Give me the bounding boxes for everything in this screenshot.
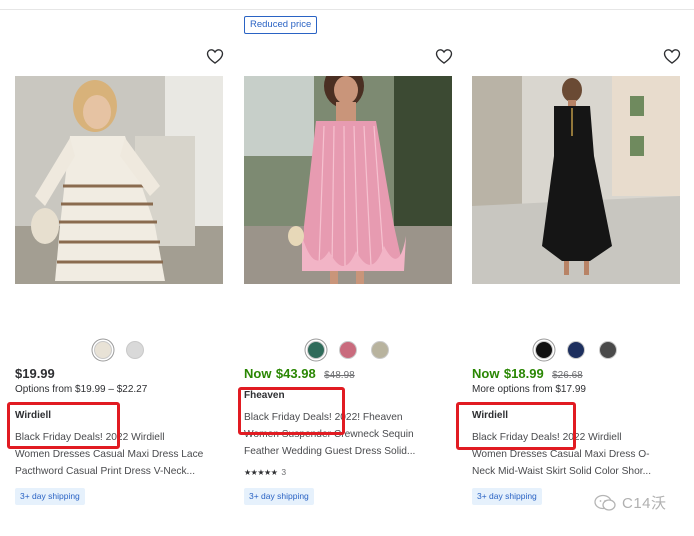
color-swatches xyxy=(472,341,680,359)
shipping-badge: 3+ day shipping xyxy=(472,488,542,505)
current-price: $19.99 xyxy=(15,366,55,381)
was-price: $48.98 xyxy=(324,370,355,381)
product-card-3[interactable]: Now $18.99 $26.68 More options from $17.… xyxy=(472,0,682,536)
color-swatches xyxy=(244,341,452,359)
product-card-1[interactable]: $19.99 Options from $19.99 – $22.27 Wird… xyxy=(15,0,225,536)
color-swatch[interactable] xyxy=(126,341,144,359)
product-image[interactable] xyxy=(472,76,680,284)
wechat-icon xyxy=(594,494,616,511)
current-price-label: Now xyxy=(244,366,272,381)
price-row: Now $18.99 $26.68 xyxy=(472,365,583,383)
highlight-box-1 xyxy=(7,402,120,449)
title-line: Pacthword Casual Print Dress V-Neck... xyxy=(15,466,196,477)
favorite-heart-icon[interactable] xyxy=(662,46,682,66)
color-swatch[interactable] xyxy=(307,341,325,359)
highlight-box-3 xyxy=(456,402,576,450)
shipping-badge: 3+ day shipping xyxy=(244,488,314,505)
star-rating: ★★★★★ 3 xyxy=(244,467,286,477)
watermark: C14沃 xyxy=(594,492,667,513)
color-swatches xyxy=(15,341,223,359)
price-row: Now $43.98 $48.98 xyxy=(244,365,355,383)
color-swatch[interactable] xyxy=(371,341,389,359)
product-image[interactable] xyxy=(15,76,223,284)
color-swatch[interactable] xyxy=(339,341,357,359)
favorite-heart-icon[interactable] xyxy=(434,46,454,66)
current-price: $18.99 xyxy=(503,366,544,381)
color-swatch[interactable] xyxy=(535,341,553,359)
shipping-badge: 3+ day shipping xyxy=(15,488,85,505)
current-price-label: Now xyxy=(472,366,500,381)
product-card-2[interactable]: Reduced price Now $43.98 $48.98 Fheaven … xyxy=(244,0,454,536)
color-swatch[interactable] xyxy=(567,341,585,359)
rating-count: 3 xyxy=(281,467,287,477)
favorite-heart-icon[interactable] xyxy=(205,46,225,66)
price-options: More options from $17.99 xyxy=(472,384,586,395)
price-row: $19.99 xyxy=(15,365,55,383)
highlight-box-2 xyxy=(238,387,345,435)
color-swatch[interactable] xyxy=(94,341,112,359)
was-price: $26.68 xyxy=(552,370,583,381)
title-line: Feather Wedding Guest Dress Solid... xyxy=(244,446,416,457)
price-options: Options from $19.99 – $22.27 xyxy=(15,384,148,395)
color-swatch[interactable] xyxy=(599,341,617,359)
current-price: $43.98 xyxy=(275,366,316,381)
reduced-price-badge: Reduced price xyxy=(244,16,318,34)
product-image[interactable] xyxy=(244,76,452,284)
title-line: Neck Mid-Waist Skirt Solid Color Shor... xyxy=(472,466,652,477)
watermark-text: C14沃 xyxy=(622,495,667,512)
stars-icon: ★★★★★ xyxy=(244,467,278,477)
